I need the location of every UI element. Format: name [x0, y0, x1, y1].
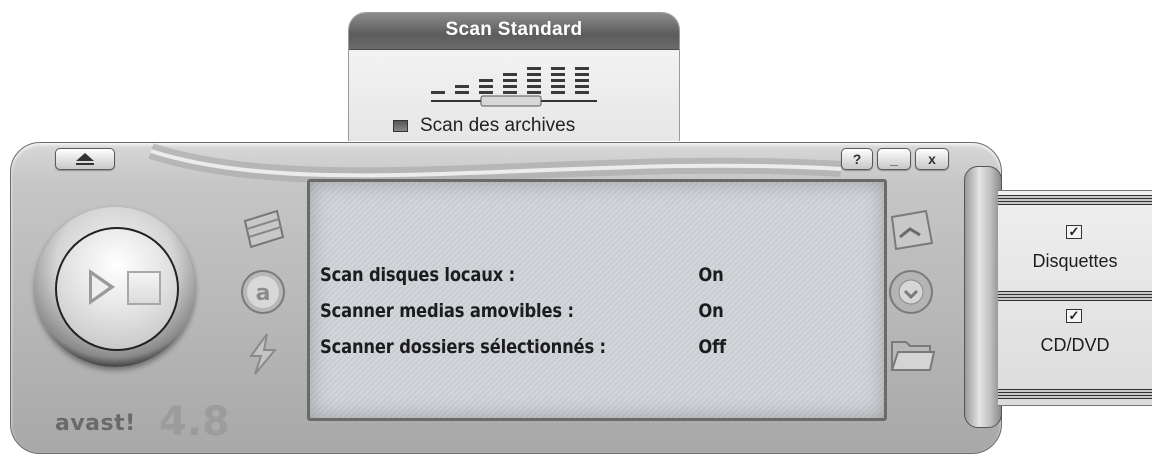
panel-stripe	[998, 291, 1152, 301]
scan-archives-option[interactable]: Scan des archives	[393, 113, 575, 139]
status-value: On	[698, 300, 724, 322]
version-number: 4.8	[159, 399, 230, 445]
scan-title-bar: Scan Standard	[349, 13, 679, 50]
archives-label: Scan des archives	[420, 115, 576, 136]
level-bar	[551, 79, 565, 82]
brand-logo: avast!	[55, 411, 136, 436]
cd-dvd-checkbox[interactable]: ✓	[1066, 309, 1082, 323]
status-value: On	[698, 264, 724, 286]
lightning-icon	[249, 333, 278, 375]
status-row: Scanner dossiers sélectionnés : Off	[320, 330, 802, 364]
quick-scan-button[interactable]	[235, 325, 291, 383]
status-label: Scanner dossiers sélectionnés :	[320, 336, 606, 358]
level-bar	[575, 85, 589, 88]
folder-icon	[890, 341, 936, 371]
level-bar	[503, 79, 517, 82]
drive-option-floppy[interactable]: ✓ Disquettes	[998, 209, 1152, 297]
dial-face	[55, 227, 179, 351]
level-bar	[575, 91, 589, 94]
level-bar	[575, 67, 589, 70]
level-bar	[551, 73, 565, 76]
help-button[interactable]: ?	[841, 148, 873, 170]
level-bar	[575, 73, 589, 76]
status-label: Scanner medias amovibles :	[320, 300, 574, 322]
floppy-label: Disquettes	[1032, 251, 1118, 271]
level-bar	[527, 73, 541, 76]
level-bar	[551, 85, 565, 88]
scan-settings-panel: Scan Standard Scan des archives	[348, 12, 680, 141]
database-button[interactable]	[235, 201, 291, 259]
level-bar	[575, 79, 589, 82]
archives-checkbox[interactable]	[393, 120, 408, 132]
level-bar	[479, 85, 493, 88]
drawer-hinge	[964, 166, 1002, 428]
mail-scan-button[interactable]	[883, 201, 939, 259]
level-bar	[455, 85, 469, 88]
svg-text:a: a	[256, 281, 271, 306]
level-bar	[527, 79, 541, 82]
level-bar	[503, 85, 517, 88]
level-bar	[455, 91, 469, 94]
close-button[interactable]: x	[915, 148, 949, 170]
sensitivity-slider[interactable]	[429, 53, 599, 115]
eject-icon	[76, 153, 94, 165]
shield-button[interactable]	[883, 263, 939, 321]
floppy-checkbox[interactable]: ✓	[1066, 225, 1082, 239]
level-bar	[527, 91, 541, 94]
status-row: Scanner medias amovibles : On	[320, 294, 802, 328]
scan-profile-title: Scan Standard	[445, 19, 583, 40]
mail-scan-icon	[890, 209, 934, 251]
status-value: Off	[698, 336, 727, 358]
start-stop-dial[interactable]	[35, 207, 195, 367]
level-bar	[527, 85, 541, 88]
slider-thumb[interactable]	[480, 95, 542, 107]
avast-a-icon: a	[241, 270, 285, 314]
level-bar	[431, 91, 445, 94]
folder-scan-button[interactable]	[883, 325, 939, 383]
level-bar	[551, 91, 565, 94]
eject-button[interactable]	[55, 148, 115, 170]
drive-options-panel: ✓ Disquettes ✓ CD/DVD	[998, 190, 1152, 406]
database-icon	[243, 209, 285, 249]
stop-icon[interactable]	[127, 271, 161, 305]
minimize-button[interactable]: _	[877, 148, 911, 170]
status-display: Scan disques locaux : On Scanner medias …	[307, 179, 887, 421]
level-bar	[503, 91, 517, 94]
status-row: Scan disques locaux : On	[320, 258, 802, 292]
play-icon-highlight	[92, 275, 109, 299]
cd-dvd-label: CD/DVD	[1040, 335, 1110, 355]
level-bar	[503, 73, 517, 76]
avast-info-button[interactable]: a	[235, 263, 291, 321]
level-bar	[479, 79, 493, 82]
level-bar	[479, 91, 493, 94]
drive-option-cd-dvd[interactable]: ✓ CD/DVD	[998, 305, 1152, 393]
level-bar	[551, 67, 565, 70]
level-bar	[527, 67, 541, 70]
status-label: Scan disques locaux :	[320, 264, 515, 286]
panel-stripe	[998, 195, 1152, 205]
shield-disc-icon	[889, 270, 933, 314]
panel-stripe	[998, 389, 1152, 399]
main-window: ? _ x a Scan disques locaux : On Scanner…	[10, 142, 1002, 454]
